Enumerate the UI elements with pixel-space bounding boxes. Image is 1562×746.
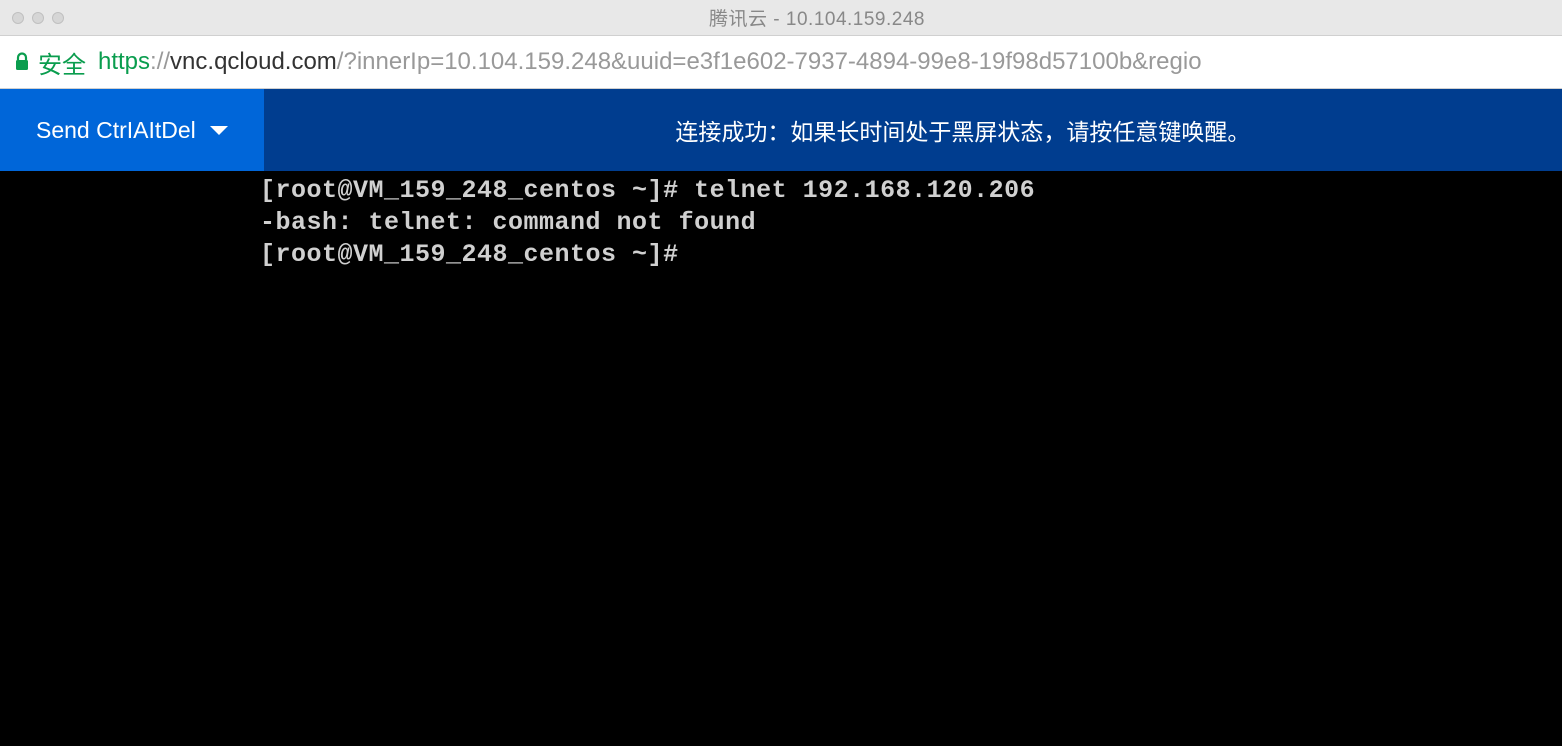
app-header: Send CtrIAItDel 连接成功：如果长时间处于黑屏状态，请按任意键唤醒…	[0, 89, 1562, 171]
browser-window-chrome: 腾讯云 - 10.104.159.248	[0, 0, 1562, 36]
maximize-window-button[interactable]	[52, 12, 64, 24]
url-text: https://vnc.qcloud.com/?innerIp=10.104.1…	[98, 48, 1202, 76]
send-ctrl-alt-del-button[interactable]: Send CtrIAItDel	[0, 89, 264, 171]
window-controls	[12, 12, 64, 24]
secure-label: 安全	[38, 45, 86, 80]
close-window-button[interactable]	[12, 12, 24, 24]
lock-icon	[14, 52, 30, 72]
url-path: /?innerIp=10.104.159.248&uuid=e3f1e602-7…	[337, 48, 1202, 75]
connection-status-message: 连接成功：如果长时间处于黑屏状态，请按任意键唤醒。	[264, 89, 1562, 171]
url-separator: ://	[150, 48, 170, 75]
url-domain: vnc.qcloud.com	[170, 48, 337, 75]
url-scheme: https	[98, 48, 150, 75]
send-button-label: Send CtrIAItDel	[36, 117, 196, 144]
minimize-window-button[interactable]	[32, 12, 44, 24]
address-bar[interactable]: 安全 https://vnc.qcloud.com/?innerIp=10.10…	[0, 36, 1562, 89]
terminal-line: [root@VM_159_248_centos ~]# telnet 192.1…	[260, 175, 1562, 207]
terminal-line: -bash: telnet: command not found	[260, 207, 1562, 239]
window-title: 腾讯云 - 10.104.159.248	[84, 4, 1550, 31]
terminal-console[interactable]: [root@VM_159_248_centos ~]# telnet 192.1…	[0, 171, 1562, 746]
chevron-down-icon	[210, 126, 228, 135]
terminal-line: [root@VM_159_248_centos ~]#	[260, 239, 1562, 271]
